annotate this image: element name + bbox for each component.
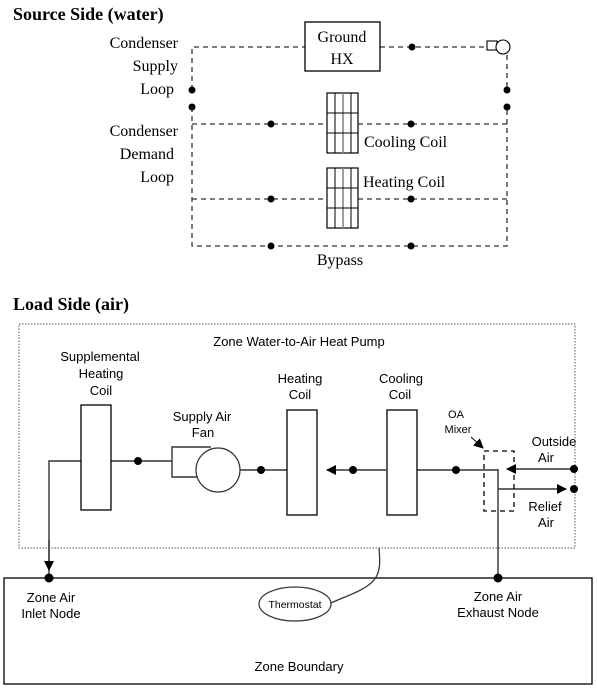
outside-air-node[interactable] [570, 465, 578, 473]
supply-loop-label-line: Loop [140, 81, 174, 98]
outside-air-label: Outside [532, 434, 577, 449]
cooling-coil-label: Cooling [379, 371, 423, 386]
oa-mixer-label-line: Mixer [445, 424, 472, 436]
heating-coil[interactable] [286, 409, 318, 516]
zone-air-exhaust-node[interactable] [493, 573, 503, 583]
outside-air-label: Air [538, 450, 555, 465]
oa-mixer-box[interactable] [483, 450, 515, 512]
supply-loop-label: Condenser Supply Loop [110, 35, 179, 98]
demand-loop-label-line: Loop [140, 169, 174, 186]
component-labels: Supplemental Heating Coil Supply Air Fan… [60, 349, 423, 440]
water-cooling-coil-icon[interactable] [326, 92, 359, 154]
condenser-supply-loop: Ground HX [188, 21, 511, 94]
thermostat-wire [330, 547, 381, 604]
supply-fan-icon[interactable] [171, 446, 241, 493]
water-heating-coil-icon[interactable] [326, 167, 359, 229]
node-dot[interactable] [452, 466, 460, 474]
heat-pump-label: Zone Water-to-Air Heat Pump [213, 334, 384, 349]
load-side-title: Load Side (air) [13, 294, 129, 315]
supplemental-coil-label: Supplemental [60, 349, 140, 364]
demand-loop-label-line: Demand [120, 146, 174, 163]
thermostat-label: Thermostat [268, 599, 321, 611]
heating-coil-label: Heating [278, 371, 323, 386]
condenser-demand-loop: Cooling Coil Heating Coil Bypass [188, 92, 511, 269]
zone-inlet-label: Zone Air [27, 590, 76, 605]
supply-loop-label-line: Supply [133, 58, 178, 75]
cooling-coil[interactable] [386, 409, 418, 516]
node-dot[interactable] [267, 195, 275, 203]
oa-mixer-label: OA Mixer [445, 409, 472, 436]
relief-air-label: Air [538, 515, 555, 530]
node-dot[interactable] [134, 457, 142, 465]
supply-loop-label-line: Condenser [110, 35, 179, 52]
relief-air-label: Relief [528, 499, 562, 514]
node-dot[interactable] [267, 242, 275, 250]
supply-loop-pipe [191, 46, 305, 90]
fan-label: Supply Air [173, 409, 232, 424]
bypass-label: Bypass [317, 252, 363, 269]
thermostat[interactable]: Thermostat [258, 586, 332, 622]
node-dot[interactable] [407, 120, 415, 128]
zone-exhaust-label: Exhaust Node [457, 605, 539, 620]
oa-mixer-label-line: OA [448, 409, 465, 421]
ground-hx-label: Ground [318, 29, 367, 46]
cooling-coil-label: Cooling Coil [364, 134, 448, 151]
node-dot[interactable] [188, 86, 196, 94]
heat-pump-diagram: Source Side (water) Condenser Supply Loo… [3, 4, 593, 685]
zone-inlet-label: Inlet Node [21, 606, 80, 621]
heating-coil-label: Heating Coil [363, 174, 446, 191]
fan-label: Fan [192, 425, 214, 440]
node-dot[interactable] [407, 242, 415, 250]
node-dot[interactable] [349, 466, 357, 474]
cooling-coil-label: Coil [389, 387, 412, 402]
node-dot[interactable] [408, 43, 416, 51]
air-stream-labels: Outside Air Relief Air [528, 434, 576, 530]
zone-exhaust-label: Zone Air [474, 589, 523, 604]
oa-mixer-pointer-arrow [470, 436, 484, 449]
supplemental-coil-label: Heating [79, 366, 124, 381]
demand-loop-label: Condenser Demand Loop [110, 123, 179, 186]
supply-air-duct [48, 460, 81, 578]
zone-boundary-label: Zone Boundary [255, 659, 344, 674]
demand-loop-label-line: Condenser [110, 123, 179, 140]
heating-coil-label: Coil [289, 387, 312, 402]
pump-icon[interactable] [486, 39, 511, 55]
supplemental-heating-coil[interactable] [80, 404, 112, 511]
ground-hx-label: HX [330, 51, 354, 68]
source-side-title: Source Side (water) [13, 4, 164, 25]
zone-air-inlet-node[interactable] [44, 573, 54, 583]
relief-air-node[interactable] [570, 485, 578, 493]
node-dot[interactable] [503, 86, 511, 94]
node-dot[interactable] [503, 103, 511, 111]
node-dot[interactable] [407, 195, 415, 203]
node-dot[interactable] [267, 120, 275, 128]
supplemental-coil-label: Coil [90, 383, 113, 398]
node-dot[interactable] [257, 466, 265, 474]
